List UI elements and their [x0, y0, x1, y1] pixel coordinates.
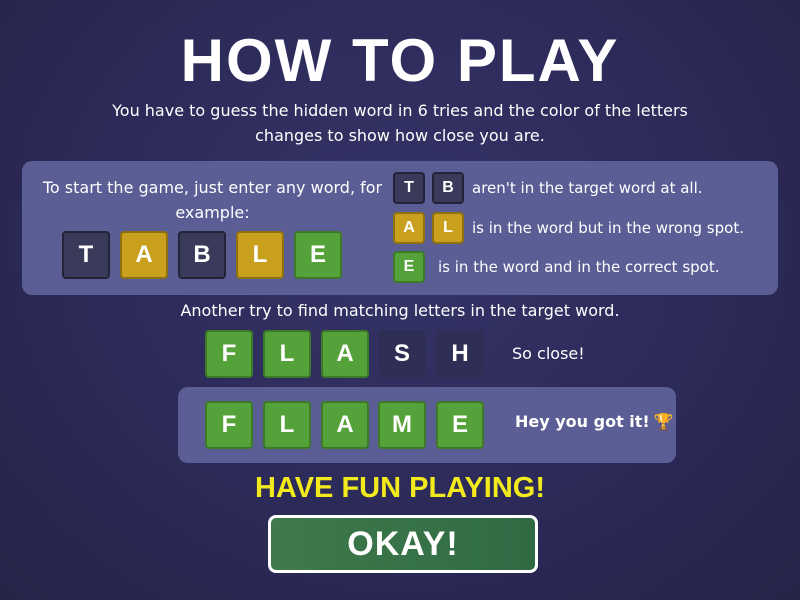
win-tile-3: A — [321, 401, 369, 449]
have-fun-text: HAVE FUN PLAYING! — [254, 472, 546, 504]
close-tile-2: L — [263, 330, 311, 378]
legend-absent-tile-1: T — [393, 172, 425, 204]
example-tile-2: A — [120, 231, 168, 279]
legend-absent-text: aren't in the target word at all. — [472, 179, 703, 197]
close-tile-4: S — [378, 330, 426, 378]
another-try-text: Another try to find matching letters in … — [180, 301, 620, 320]
page-title: HOW TO PLAY — [180, 27, 620, 94]
win-tile-2: L — [263, 401, 311, 449]
intro-text: You have to guess the hidden word in 6 t… — [112, 101, 688, 145]
legend-absent-tile-2: B — [432, 172, 464, 204]
close-tile-5: H — [436, 330, 484, 378]
close-tile-1: F — [205, 330, 253, 378]
legend-correct-text: is in the word and in the correct spot. — [438, 258, 720, 276]
trophy-icon: 🏆 — [653, 412, 674, 431]
win-message: Hey you got it! 🏆 — [515, 411, 674, 433]
start-instructions: To start the game, just enter any word, … — [42, 178, 383, 222]
win-tile-4: M — [378, 401, 426, 449]
legend-present-text: is in the word but in the wrong spot. — [472, 219, 744, 237]
example-tile-1: T — [62, 231, 110, 279]
example-panel: To start the game, just enter any word, … — [22, 161, 778, 295]
win-text: Hey you got it! — [515, 412, 650, 431]
example-tile-5: E — [294, 231, 342, 279]
okay-button[interactable]: OKAY! — [268, 515, 538, 573]
example-tile-3: B — [178, 231, 226, 279]
win-tile-1: F — [205, 401, 253, 449]
legend-present-tile-1: A — [393, 212, 425, 244]
close-text: So close! — [512, 344, 585, 363]
example-tile-4: L — [236, 231, 284, 279]
legend-correct-tile: E — [393, 251, 425, 283]
close-tile-3: A — [321, 330, 369, 378]
legend-present-tile-2: L — [432, 212, 464, 244]
win-tile-5: E — [436, 401, 484, 449]
